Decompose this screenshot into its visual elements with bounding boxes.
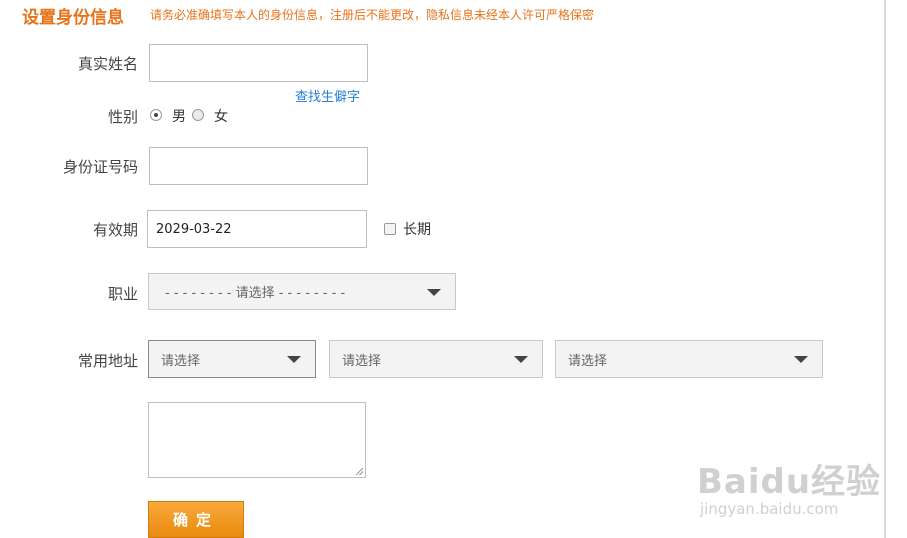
confirm-button[interactable]: 确定 xyxy=(148,501,244,538)
occupation-select[interactable]: - - - - - - - - 请选择 - - - - - - - - xyxy=(148,273,456,310)
chevron-down-icon xyxy=(514,356,528,363)
rare-character-link[interactable]: 查找生僻字 xyxy=(295,86,360,105)
real-name-input[interactable] xyxy=(149,44,368,82)
gender-male-radio[interactable] xyxy=(150,109,162,121)
occupation-label: 职业 xyxy=(107,285,138,303)
district-select-value: 请选择 xyxy=(568,353,608,369)
page-title: 设置身份信息 xyxy=(22,8,124,28)
long-term-checkbox[interactable] xyxy=(384,223,396,235)
province-select-value: 请选择 xyxy=(161,353,201,369)
address-detail-textarea[interactable] xyxy=(148,402,366,478)
right-border xyxy=(884,0,886,538)
resize-handle-icon[interactable] xyxy=(356,468,363,475)
long-term-label[interactable]: 长期 xyxy=(403,219,431,239)
id-number-label: 身份证号码 xyxy=(62,158,138,176)
baidu-jingyan-watermark: Baidu经验 xyxy=(697,462,882,502)
validity-label: 有效期 xyxy=(92,221,138,239)
id-number-input[interactable] xyxy=(149,147,368,185)
watermark-url: jingyan.baidu.com xyxy=(700,500,839,518)
gender-female-radio[interactable] xyxy=(192,109,204,121)
chevron-down-icon xyxy=(794,356,808,363)
city-select[interactable]: 请选择 xyxy=(329,340,543,378)
header-notice: 请务必准确填写本人的身份信息，注册后不能更改，隐私信息未经本人许可严格保密 xyxy=(150,8,595,22)
province-select[interactable]: 请选择 xyxy=(148,340,316,378)
real-name-label: 真实姓名 xyxy=(77,55,138,73)
address-label: 常用地址 xyxy=(77,352,138,370)
gender-male-label[interactable]: 男 xyxy=(172,106,186,126)
occupation-select-value: - - - - - - - - 请选择 - - - - - - - - xyxy=(165,286,346,301)
chevron-down-icon xyxy=(287,356,301,363)
validity-date-input[interactable] xyxy=(147,210,367,248)
gender-female-label[interactable]: 女 xyxy=(214,106,228,126)
city-select-value: 请选择 xyxy=(342,353,382,369)
district-select[interactable]: 请选择 xyxy=(555,340,823,378)
gender-label: 性别 xyxy=(107,108,138,126)
chevron-down-icon xyxy=(427,288,441,296)
